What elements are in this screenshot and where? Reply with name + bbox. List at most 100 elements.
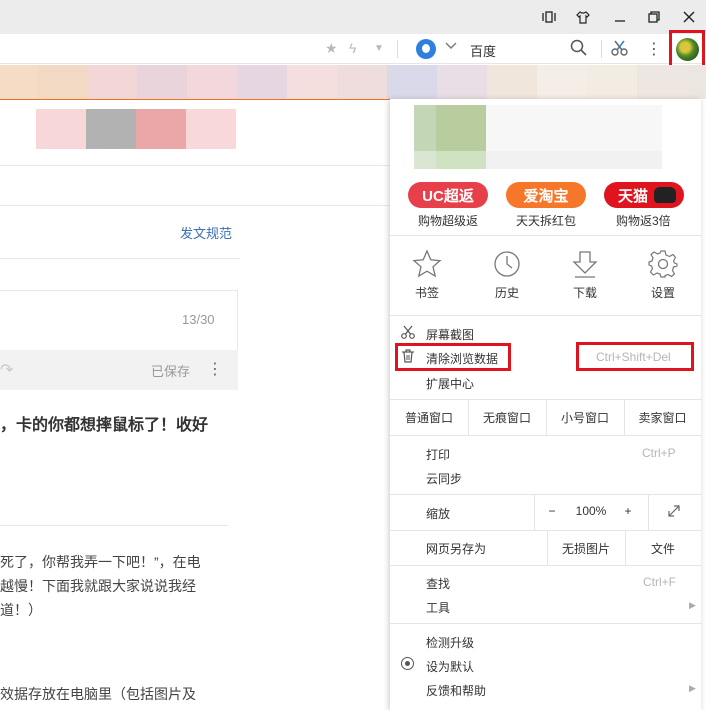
search-icon[interactable]	[570, 39, 587, 59]
scissors-icon[interactable]	[611, 39, 629, 60]
zoom-label: 缩放	[426, 507, 451, 521]
find-shortcut: Ctrl+F	[643, 575, 676, 589]
divider	[390, 435, 701, 436]
user-info-blurred	[414, 105, 486, 169]
chevron-right-icon: ▶	[689, 683, 696, 693]
divider	[648, 494, 649, 530]
divider	[0, 258, 240, 259]
title-counter: 13/30	[182, 312, 215, 327]
browser-menu: UC超返 购物超级返 爱淘宝 天天拆红包 天猫 购物返3倍 书签 历史 下载 设…	[390, 99, 701, 710]
accent-line	[0, 99, 390, 100]
menu-item-find[interactable]: 查找	[426, 575, 450, 592]
chevron-down-icon[interactable]	[445, 39, 457, 55]
article-text: 越慢！下面我就跟大家说说我经	[0, 578, 196, 594]
menu-item-check-update[interactable]: 检测升级	[426, 634, 474, 651]
scissors-icon	[401, 325, 415, 342]
star-icon[interactable]: ★	[325, 40, 338, 57]
baidu-paw-icon[interactable]	[416, 39, 436, 59]
shortcut-highlight-box	[576, 342, 694, 371]
menu-item-set-default[interactable]: 设为默认	[426, 658, 474, 675]
close-icon[interactable]	[678, 6, 700, 28]
address-bar: ★ ϟ ▼ 百度 ⋮	[0, 34, 706, 64]
promo-taobao-button[interactable]: 爱淘宝	[506, 182, 586, 208]
star-icon[interactable]	[412, 249, 442, 279]
clock-icon[interactable]	[492, 249, 522, 279]
more-vertical-icon[interactable]: ⋮	[646, 39, 662, 59]
lightning-icon[interactable]: ϟ	[349, 40, 356, 56]
menu-item-tools[interactable]: 工具	[426, 599, 450, 616]
article-headline: ，卡的你都想摔鼠标了！收好	[0, 417, 209, 434]
alt-account-window-button[interactable]: 小号窗口	[546, 409, 624, 426]
divider	[0, 525, 228, 526]
divider	[390, 235, 701, 236]
zoom-in-button[interactable]: +	[618, 504, 638, 518]
menu-item-save-page-as[interactable]: 网页另存为	[426, 540, 486, 557]
lossless-image-button[interactable]: 无损图片	[547, 540, 625, 557]
article-text: 效据存放在电脑里（包括图片及	[0, 686, 196, 702]
publish-rules-link[interactable]: 发文规范	[180, 223, 232, 242]
divider	[534, 494, 535, 530]
panel-icon[interactable]	[538, 6, 560, 28]
editor-toolbar	[0, 350, 238, 390]
menu-item-extensions[interactable]: 扩展中心	[426, 375, 474, 392]
download-icon[interactable]	[570, 249, 600, 279]
redo-icon[interactable]: ↷	[0, 360, 13, 380]
promo-caption: 购物返3倍	[616, 214, 671, 228]
zoom-value: 100%	[575, 504, 607, 518]
restore-icon[interactable]	[643, 6, 665, 28]
more-vertical-icon[interactable]: ⋮	[207, 359, 223, 379]
article-text: 道！）	[0, 602, 42, 618]
skin-icon[interactable]	[572, 6, 594, 28]
avatar[interactable]	[676, 38, 699, 61]
divider	[237, 290, 238, 350]
user-name-blurred	[486, 105, 662, 151]
blurred-image	[36, 109, 236, 149]
radio-icon	[401, 657, 414, 670]
search-engine-label[interactable]: 百度	[470, 41, 496, 60]
divider	[0, 205, 390, 206]
promo-tmall-button[interactable]: 天猫	[604, 182, 684, 208]
divider	[390, 494, 701, 495]
divider	[0, 165, 390, 166]
promo-label: UC超返	[422, 187, 474, 205]
menu-item-cloud-sync[interactable]: 云同步	[426, 470, 462, 487]
divider	[390, 565, 701, 566]
settings-label[interactable]: 设置	[643, 284, 683, 301]
gear-icon[interactable]	[648, 249, 678, 279]
divider	[397, 40, 398, 58]
title-bar	[0, 0, 706, 34]
divider	[601, 40, 602, 58]
tmall-cat-icon	[654, 187, 676, 203]
user-level-blurred	[486, 151, 662, 169]
downloads-label[interactable]: 下载	[565, 284, 605, 301]
normal-window-button[interactable]: 普通窗口	[390, 409, 468, 426]
zoom-out-button[interactable]: −	[542, 504, 562, 518]
promo-label: 天猫	[617, 187, 648, 205]
history-label[interactable]: 历史	[487, 284, 527, 301]
menu-item-screenshot[interactable]: 屏幕截图	[426, 326, 474, 343]
menu-item-print[interactable]: 打印	[426, 446, 450, 463]
clear-data-highlight-box	[395, 343, 511, 371]
print-shortcut: Ctrl+P	[642, 446, 676, 460]
file-button[interactable]: 文件	[625, 540, 701, 557]
article-text: 死了，你帮我弄一下吧！”，在电	[0, 554, 201, 570]
chevron-right-icon: ▶	[689, 600, 696, 610]
chevron-down-icon[interactable]: ▼	[374, 43, 384, 54]
divider	[390, 315, 701, 316]
divider	[390, 623, 701, 624]
avatar-highlight-box	[669, 30, 705, 70]
promo-uc-button[interactable]: UC超返	[408, 182, 488, 208]
bookmarks-label[interactable]: 书签	[407, 284, 447, 301]
seller-window-button[interactable]: 卖家窗口	[624, 409, 701, 426]
minimize-icon[interactable]	[609, 6, 631, 28]
promo-caption: 天天拆红包	[516, 214, 577, 228]
divider	[0, 290, 238, 291]
fullscreen-icon[interactable]	[667, 504, 681, 521]
promo-label: 爱淘宝	[523, 187, 569, 205]
bookmark-bar	[0, 65, 706, 99]
promo-caption: 购物超级返	[418, 214, 479, 228]
menu-item-feedback-help[interactable]: 反馈和帮助	[426, 682, 486, 699]
divider	[390, 530, 701, 531]
saved-status: 已保存	[151, 364, 191, 379]
incognito-window-button[interactable]: 无痕窗口	[468, 409, 546, 426]
